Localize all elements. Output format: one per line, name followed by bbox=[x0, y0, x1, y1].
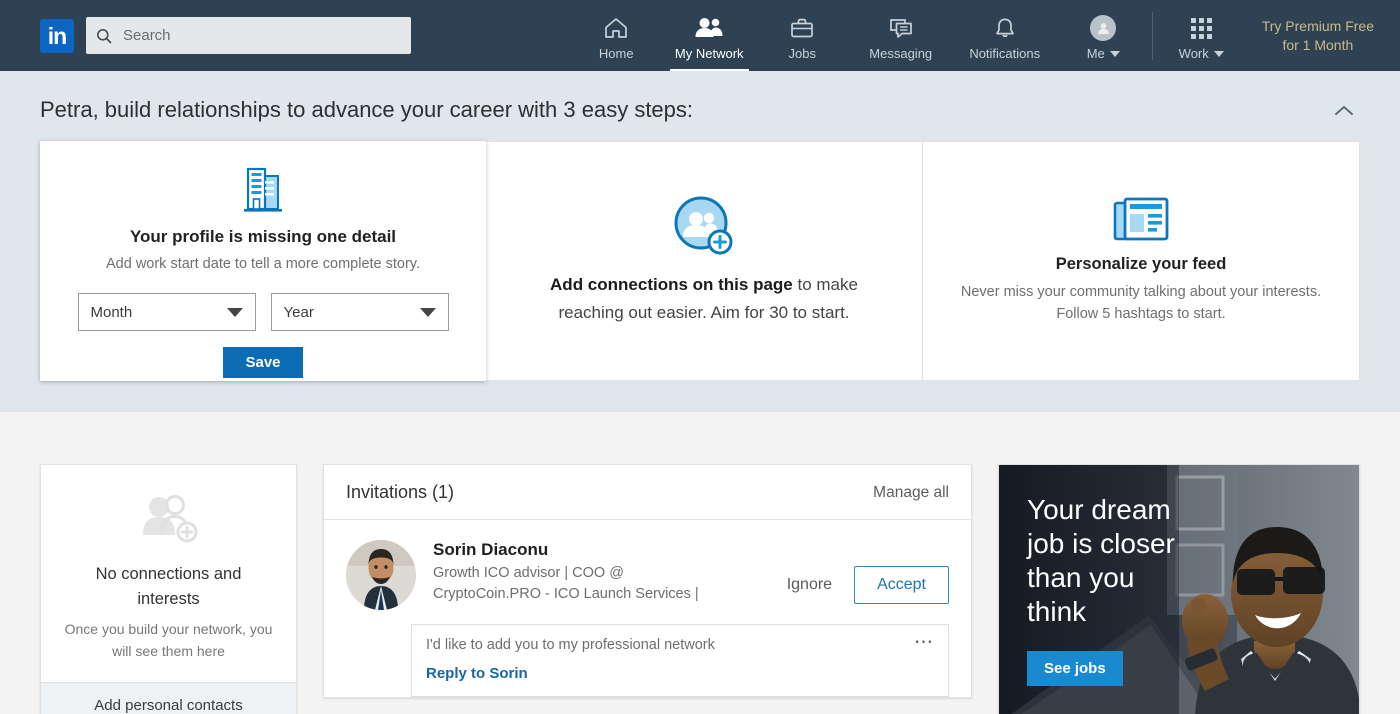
step-card-heading: Personalize your feed bbox=[1055, 255, 1227, 273]
try-premium-link[interactable]: Try Premium Free for 1 Month bbox=[1248, 17, 1386, 55]
top-navigation-bar: in Home My N bbox=[0, 0, 1400, 71]
jobs-ad-panel[interactable]: Your dream job is closer than you think … bbox=[998, 464, 1360, 714]
chevron-down-icon bbox=[419, 307, 436, 317]
invitation-message-text: I'd like to add you to my professional n… bbox=[426, 637, 715, 653]
onboarding-header: Petra, build relationships to advance yo… bbox=[40, 71, 1360, 123]
ellipsis-icon[interactable]: ⋯ bbox=[904, 633, 934, 653]
add-personal-contacts-button[interactable]: Add personal contacts bbox=[41, 682, 296, 714]
step-card-heading: Your profile is missing one detail bbox=[129, 227, 397, 246]
empty-state-subtitle: Once you build your network, you will se… bbox=[64, 621, 273, 659]
invitation-info: Sorin Diaconu Growth ICO advisor | COO @… bbox=[433, 540, 781, 610]
home-icon bbox=[604, 15, 628, 42]
chevron-up-icon bbox=[1335, 105, 1353, 115]
nav-item-notifications-label: Notifications bbox=[969, 45, 1041, 61]
my-network-icon bbox=[695, 15, 723, 42]
invitations-panel: Invitations (1) Manage all Sorin Diaconu… bbox=[323, 464, 972, 698]
office-building-icon bbox=[70, 167, 456, 213]
month-select-value: Month bbox=[90, 303, 133, 321]
nav-divider bbox=[1151, 11, 1153, 60]
linkedin-logo[interactable]: in bbox=[40, 18, 74, 53]
right-column: Your dream job is closer than you think … bbox=[998, 464, 1360, 714]
step-card-body-bold: Add connections on this page bbox=[550, 275, 793, 294]
bell-icon bbox=[993, 15, 1017, 42]
invitation-item: Sorin Diaconu Growth ICO advisor | COO @… bbox=[324, 520, 971, 610]
reply-link[interactable]: Reply to Sorin bbox=[426, 665, 934, 682]
page-title: Petra, build relationships to advance yo… bbox=[40, 97, 694, 122]
nav-item-my-network[interactable]: My Network bbox=[663, 0, 756, 71]
nav-item-work-label: Work bbox=[1179, 46, 1224, 61]
middle-column: Invitations (1) Manage all Sorin Diaconu… bbox=[323, 464, 972, 714]
messaging-icon bbox=[889, 15, 913, 42]
briefcase-icon bbox=[790, 15, 814, 42]
chevron-down-icon bbox=[1109, 51, 1120, 58]
nav-item-jobs[interactable]: Jobs bbox=[756, 0, 849, 71]
nav-item-home-label: Home bbox=[598, 45, 634, 61]
connections-empty-panel: No connections and interests Once you bu… bbox=[40, 464, 297, 714]
see-jobs-button[interactable]: See jobs bbox=[1027, 651, 1123, 686]
nav-item-jobs-label: Jobs bbox=[788, 45, 816, 61]
step-card-profile-detail: Your profile is missing one detail Add w… bbox=[40, 141, 486, 381]
empty-state-title: No connections and interests bbox=[95, 565, 242, 608]
main-content: No connections and interests Once you bu… bbox=[0, 412, 1400, 714]
search-box[interactable] bbox=[86, 17, 411, 54]
step-card-personalize-feed: Personalize your feed Never miss your co… bbox=[922, 142, 1359, 380]
save-button[interactable]: Save bbox=[223, 347, 303, 378]
invitation-actions: Ignore Accept bbox=[781, 540, 949, 610]
year-select[interactable]: Year bbox=[270, 293, 449, 331]
avatar-icon bbox=[1090, 15, 1117, 42]
invitations-header: Invitations (1) Manage all bbox=[324, 465, 971, 520]
step-cards-group: Add connections on this page to make rea… bbox=[486, 141, 1360, 381]
nav-item-notifications[interactable]: Notifications bbox=[953, 0, 1057, 71]
ignore-button[interactable]: Ignore bbox=[781, 575, 838, 595]
nav-item-home[interactable]: Home bbox=[570, 0, 663, 71]
step-card-body: Add connections on this page to make rea… bbox=[516, 271, 892, 327]
add-connections-icon bbox=[673, 195, 735, 257]
avatar[interactable] bbox=[346, 540, 416, 610]
ad-copy: Your dream job is closer than you think … bbox=[1027, 493, 1187, 686]
work-start-date-selects: Month Year bbox=[70, 293, 456, 331]
nav-item-messaging[interactable]: Messaging bbox=[849, 0, 953, 71]
invitation-message-box: I'd like to add you to my professional n… bbox=[411, 624, 949, 697]
nav-item-me-label: Me bbox=[1087, 46, 1120, 61]
invitation-headline: Growth ICO advisor | COO @ CryptoCoin.PR… bbox=[433, 565, 699, 602]
collapse-banner-button[interactable] bbox=[1328, 98, 1360, 123]
onboarding-banner: Petra, build relationships to advance yo… bbox=[0, 71, 1400, 412]
manage-all-link[interactable]: Manage all bbox=[873, 484, 949, 502]
month-select[interactable]: Month bbox=[77, 293, 256, 331]
app-grid-icon bbox=[1190, 15, 1212, 42]
nav-item-me[interactable]: Me bbox=[1057, 0, 1150, 71]
chevron-down-icon bbox=[1213, 51, 1224, 58]
onboarding-steps: Your profile is missing one detail Add w… bbox=[40, 141, 1360, 381]
ad-headline: Your dream job is closer than you think bbox=[1027, 494, 1175, 627]
search-input[interactable] bbox=[121, 26, 401, 45]
nav-item-work[interactable]: Work bbox=[1155, 0, 1248, 71]
newspaper-icon bbox=[1113, 197, 1169, 241]
chevron-down-icon bbox=[226, 307, 243, 317]
invitation-name[interactable]: Sorin Diaconu bbox=[433, 540, 781, 560]
search-icon bbox=[97, 28, 112, 44]
step-card-subtext: Never miss your community talking about … bbox=[960, 284, 1322, 322]
step-card-add-connections: Add connections on this page to make rea… bbox=[486, 142, 922, 380]
premium-line-2: for 1 Month bbox=[1282, 36, 1354, 53]
nav-items: Home My Network Jobs Messaging Notificat… bbox=[570, 0, 1386, 71]
accept-button[interactable]: Accept bbox=[854, 566, 949, 604]
invitations-title: Invitations (1) bbox=[346, 482, 455, 502]
left-column: No connections and interests Once you bu… bbox=[40, 464, 297, 714]
year-select-value: Year bbox=[283, 303, 314, 321]
nav-item-my-network-label: My Network bbox=[674, 45, 744, 61]
nav-item-messaging-label: Messaging bbox=[869, 45, 933, 61]
premium-line-1: Try Premium Free bbox=[1261, 17, 1374, 34]
add-person-placeholder-icon bbox=[63, 491, 274, 552]
step-card-subtext: Add work start date to tell a more compl… bbox=[105, 256, 421, 272]
empty-state: No connections and interests Once you bu… bbox=[41, 465, 296, 682]
